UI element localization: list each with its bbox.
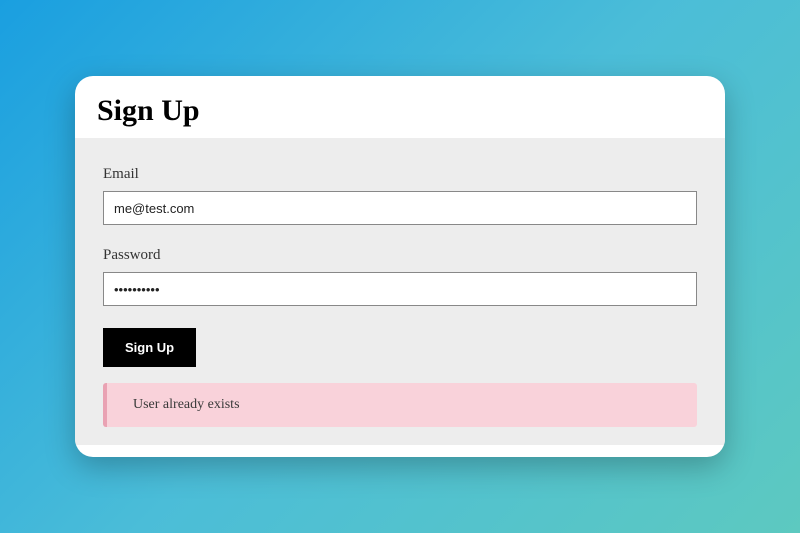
password-field-group: Password: [103, 247, 697, 306]
password-label: Password: [103, 247, 697, 264]
signup-card: Sign Up Email Password Sign Up User alre…: [75, 76, 725, 457]
page-title: Sign Up: [97, 94, 703, 128]
email-input[interactable]: [103, 191, 697, 225]
email-field-group: Email: [103, 166, 697, 225]
signup-button[interactable]: Sign Up: [103, 328, 196, 367]
submit-row: Sign Up: [103, 328, 697, 367]
error-alert: User already exists: [103, 383, 697, 427]
password-input[interactable]: [103, 272, 697, 306]
email-label: Email: [103, 166, 697, 183]
error-message: User already exists: [133, 397, 240, 412]
signup-form: Email Password Sign Up User already exis…: [75, 138, 725, 445]
card-header: Sign Up: [75, 76, 725, 138]
